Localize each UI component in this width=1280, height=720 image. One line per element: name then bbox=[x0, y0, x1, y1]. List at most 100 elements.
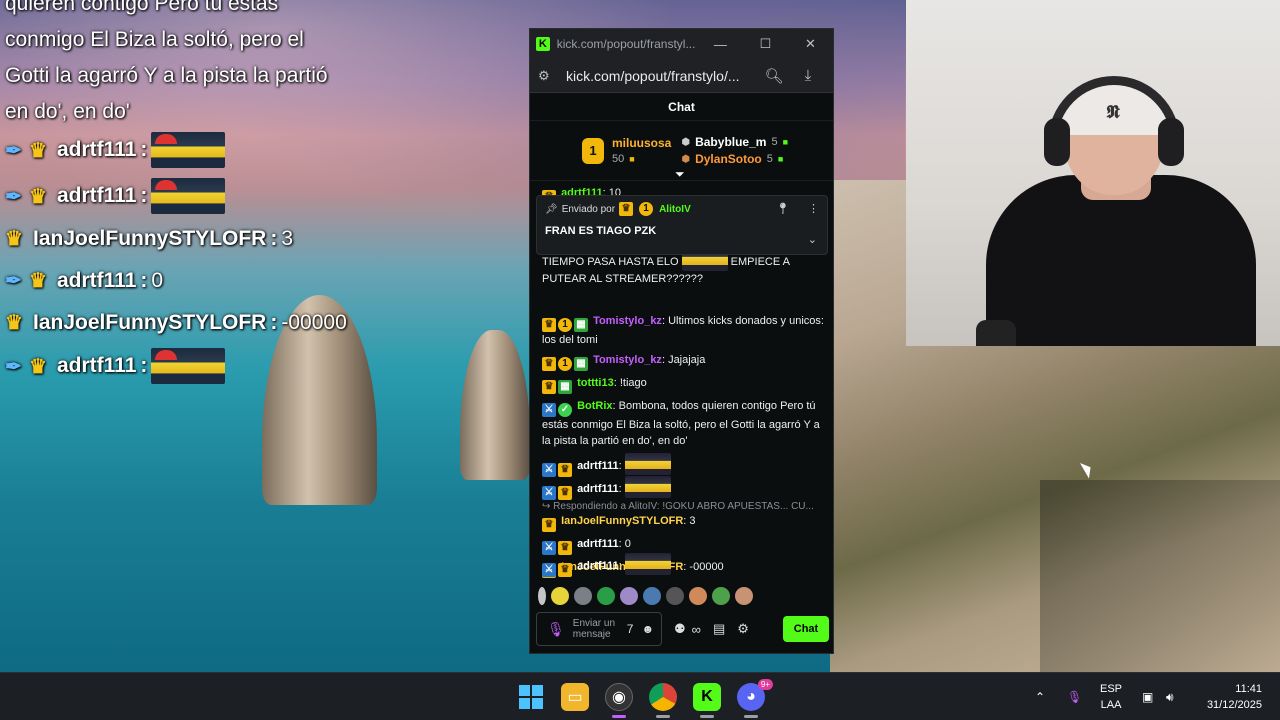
input-language-indicator[interactable]: ESP LAA bbox=[1100, 673, 1122, 720]
infinity-icon[interactable]: ∞ bbox=[692, 622, 701, 637]
network-icon[interactable]: ▣ bbox=[1142, 673, 1153, 720]
emote-icon bbox=[151, 348, 226, 384]
cat-emote-icon[interactable] bbox=[574, 587, 592, 605]
gifter-name: Babyblue_m bbox=[695, 135, 767, 149]
window-titlebar[interactable]: K kick.com/popout/franstyl... — ☐ ✕ bbox=[530, 29, 833, 59]
gifter-count: 5 bbox=[771, 136, 778, 148]
crocodile-emote-icon[interactable] bbox=[712, 587, 730, 605]
active-indicator bbox=[656, 715, 670, 718]
gifter-name: miluusosa bbox=[612, 136, 672, 150]
obs-icon[interactable]: ◉ bbox=[605, 683, 633, 711]
close-button[interactable]: ✕ bbox=[788, 29, 833, 59]
chat-send-button[interactable]: Chat bbox=[783, 616, 829, 642]
microphone-icon[interactable]: 🎙︎ bbox=[547, 621, 565, 638]
active-indicator bbox=[744, 715, 758, 718]
gift-icon: ■ bbox=[782, 137, 789, 147]
smile-emote-icon[interactable] bbox=[551, 587, 569, 605]
discord-icon[interactable]: ◕ 9+ bbox=[737, 679, 773, 711]
v-emote-icon[interactable] bbox=[620, 587, 638, 605]
crown-badge-icon: ♛ bbox=[542, 518, 556, 532]
emoji-icon[interactable]: ☻ bbox=[641, 622, 654, 636]
maximize-button[interactable]: ☐ bbox=[743, 29, 788, 59]
crown-badge-icon: ♛ bbox=[542, 357, 556, 371]
kick-app-icon[interactable]: K bbox=[693, 683, 721, 711]
zoom-search-icon[interactable]: 🔍︎ bbox=[757, 67, 791, 85]
emote-icon bbox=[151, 132, 226, 168]
quick-emote-bar[interactable] bbox=[530, 584, 833, 608]
tray-overflow-chevron-icon[interactable]: ⌃ bbox=[1035, 673, 1045, 720]
gifter-first[interactable]: miluusosa 50 ■ bbox=[612, 136, 671, 165]
girl-emote-icon[interactable] bbox=[735, 587, 753, 605]
figure-emote-icon[interactable] bbox=[643, 587, 661, 605]
overlay-message-text: -00000 bbox=[281, 310, 347, 334]
file-explorer-icon[interactable]: ▭ bbox=[561, 683, 589, 711]
keyboard-layout: LAA bbox=[1100, 699, 1122, 711]
system-clock[interactable]: 11:41 31/12/2025 bbox=[1198, 673, 1262, 720]
car-emote-icon[interactable] bbox=[666, 587, 684, 605]
users-icon[interactable]: ⚉ bbox=[674, 621, 686, 637]
download-icon[interactable]: ⤓ bbox=[791, 67, 825, 84]
kick-chat-popout-window[interactable]: K kick.com/popout/franstyl... — ☐ ✕ ⚙ ki… bbox=[529, 28, 834, 654]
chat-username[interactable]: Tomistylo_kz bbox=[593, 354, 662, 366]
overlay-username: IanJoelFunnySTYLOFR bbox=[33, 310, 267, 334]
tray-microphone-icon[interactable]: 🎙︎ bbox=[1067, 673, 1082, 720]
chat-header: Chat bbox=[530, 93, 833, 121]
seven-tv-icon[interactable]: 7 bbox=[627, 622, 634, 636]
overlay-message: ♛ IanJoelFunnySTYLOFR: -00000 bbox=[5, 310, 347, 335]
unpin-icon[interactable]: 📍︎ bbox=[776, 202, 790, 215]
chat-message: ♛ IanJoelFunnySTYLOFR: 3 bbox=[542, 513, 824, 532]
gift-icon: ■ bbox=[629, 154, 635, 164]
more-options-icon[interactable]: ⋮ bbox=[808, 202, 819, 215]
lyric-line: quieren contigo Pero tú estás bbox=[5, 0, 279, 15]
url-text[interactable]: kick.com/popout/franstylo/... bbox=[566, 68, 757, 84]
chat-username[interactable]: adrtf111 bbox=[577, 460, 619, 472]
overlay-username: adrtf111 bbox=[57, 138, 137, 161]
expand-chevron-icon[interactable]: ⌄ bbox=[808, 233, 817, 246]
settings-gear-icon[interactable]: ⚙ bbox=[737, 621, 749, 637]
overlay-message: ♛ IanJoelFunnySTYLOFR: 3 bbox=[5, 226, 293, 251]
verified-bot-badge-icon: ✓ bbox=[558, 403, 572, 417]
crown-badge-icon: ♛ bbox=[542, 318, 556, 332]
window-title: kick.com/popout/franstyl... bbox=[556, 37, 696, 51]
windows-taskbar: ▭ ◉ K ◕ 9+ ⌃ 🎙︎ ESP LAA ▣ 🔊︎ 11:41 31/12/… bbox=[0, 672, 1280, 720]
overlay-message-text: 0 bbox=[151, 268, 164, 292]
chat-username[interactable]: BotRix bbox=[577, 400, 612, 412]
collapse-arrow-icon[interactable]: ⏷ bbox=[675, 167, 685, 182]
pinned-username[interactable]: AlitoIV bbox=[659, 204, 691, 215]
emote-icon bbox=[624, 476, 671, 498]
chat-message-text: !tiago bbox=[619, 377, 647, 389]
chat-username[interactable]: Tomistylo_kz bbox=[593, 315, 662, 327]
chat-message-text: 3 bbox=[689, 515, 696, 527]
overlay-separator: : bbox=[270, 310, 278, 334]
rock-arch bbox=[460, 330, 530, 480]
moderator-badge-icon: ⚔ bbox=[542, 486, 556, 500]
level-badge: 1 bbox=[639, 202, 654, 216]
gifter-third[interactable]: ⬢ DylanSotoo 5 ■ bbox=[681, 152, 788, 166]
globe-emote-icon[interactable] bbox=[597, 587, 615, 605]
hand-emote-icon[interactable] bbox=[689, 587, 707, 605]
pen-badge-icon: ✒ bbox=[5, 355, 22, 378]
windows-start-icon[interactable] bbox=[517, 683, 545, 711]
chat-username[interactable]: adrtf111 bbox=[577, 538, 619, 550]
address-bar[interactable]: ⚙ kick.com/popout/franstylo/... 🔍︎ ⤓ bbox=[530, 59, 833, 93]
reply-arrow-icon: ↪ bbox=[542, 501, 551, 512]
chat-username[interactable]: tottti13 bbox=[577, 377, 614, 389]
store-icon[interactable]: ▤ bbox=[713, 621, 725, 637]
chat-username[interactable]: adrtf111 bbox=[577, 560, 619, 572]
overlay-message-text: 3 bbox=[281, 226, 294, 250]
pinned-message[interactable]: 📌︎ Enviado por ♛ 1 AlitoIV FRAN ES TIAGO… bbox=[536, 195, 828, 255]
chat-input[interactable]: 🎙︎ Enviar un mensaje 7 ☻ bbox=[536, 612, 662, 646]
chat-message: ⚔ ♛ adrtf111: bbox=[542, 453, 824, 477]
chat-username[interactable]: IanJoelFunnySTYLOFR bbox=[561, 515, 683, 527]
chat-username[interactable]: adrtf111 bbox=[577, 483, 619, 495]
volume-icon[interactable]: 🔊︎ bbox=[1166, 673, 1174, 720]
feather-emote-icon[interactable] bbox=[538, 587, 546, 605]
gifter-second[interactable]: ⬢ Babyblue_m 5 ■ bbox=[681, 135, 788, 149]
hexagon-rank-icon: ⬢ bbox=[681, 153, 691, 165]
site-settings-icon[interactable]: ⚙ bbox=[538, 68, 558, 84]
clock-time: 11:41 bbox=[1235, 683, 1262, 695]
overlay-separator: : bbox=[140, 184, 148, 207]
chrome-icon[interactable] bbox=[649, 683, 677, 711]
minimize-button[interactable]: — bbox=[698, 29, 743, 59]
overlay-username: IanJoelFunnySTYLOFR bbox=[33, 226, 267, 250]
